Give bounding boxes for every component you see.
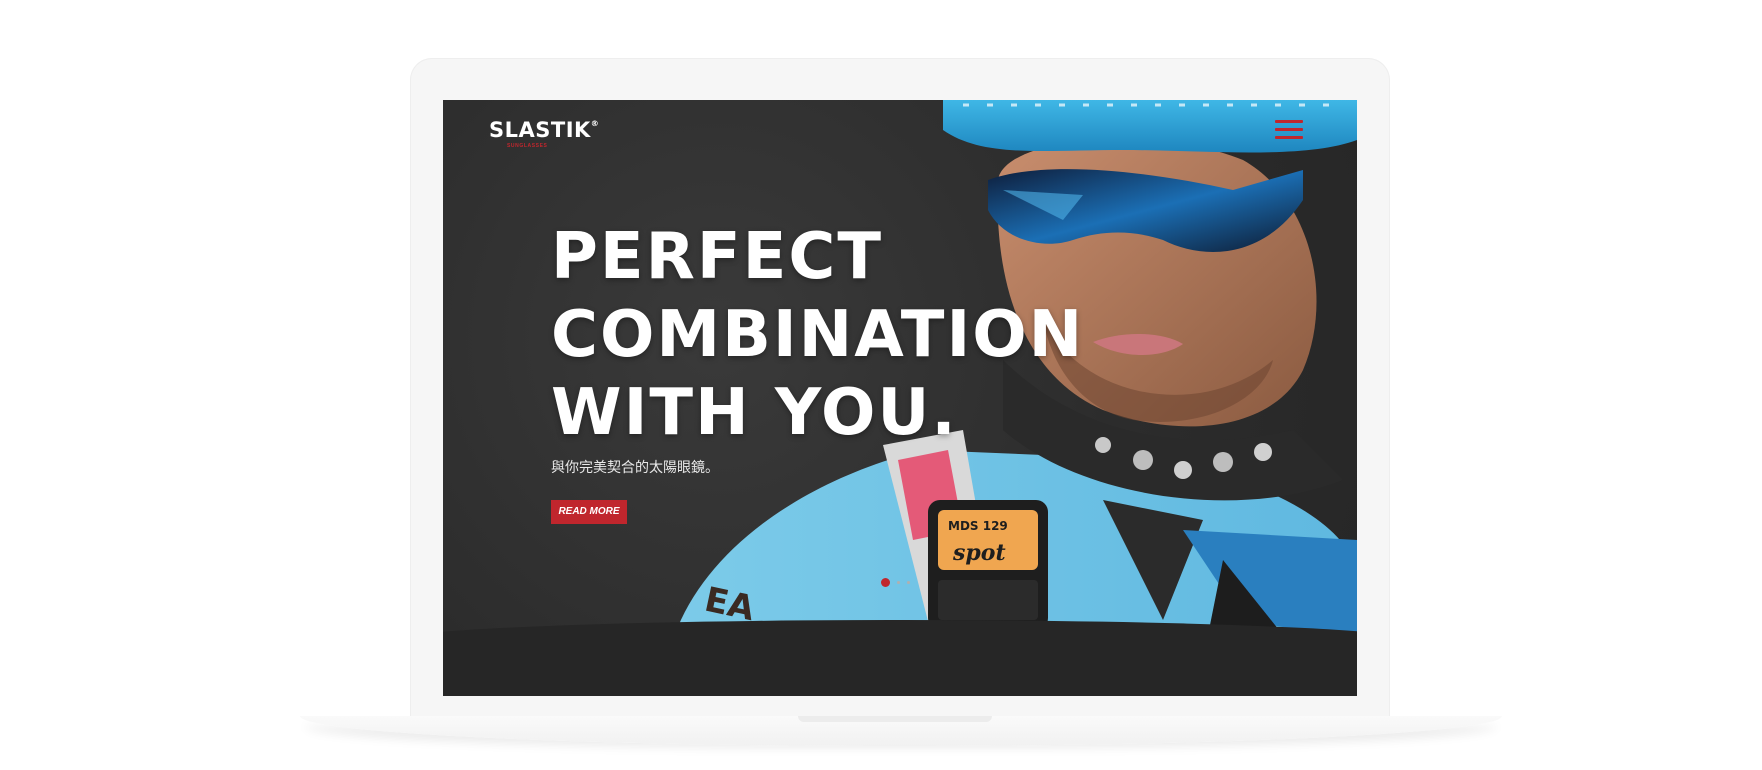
laptop-notch bbox=[798, 716, 992, 722]
svg-text:MDS 129: MDS 129 bbox=[948, 519, 1008, 533]
hero-title-line-2: COMBINATION bbox=[551, 298, 1085, 372]
read-more-button[interactable]: READ MORE bbox=[551, 500, 627, 524]
menu-bar-bottom bbox=[1275, 136, 1303, 139]
menu-bar-middle bbox=[1275, 128, 1303, 131]
hamburger-menu-icon[interactable] bbox=[1275, 120, 1303, 142]
hero-title: PERFECT COMBINATION WITH YOU. bbox=[551, 218, 1084, 452]
logo-subtitle: SUNGLASSES bbox=[507, 143, 548, 149]
hero-subtitle: 與你完美契合的太陽眼鏡。 bbox=[551, 460, 719, 476]
slider-dot-2[interactable] bbox=[897, 581, 900, 584]
brand-logo[interactable]: SLASTIK® bbox=[489, 120, 599, 141]
laptop-screen: EA PUS MDS 129 spot bbox=[443, 100, 1357, 696]
svg-text:spot: spot bbox=[952, 540, 1006, 566]
logo-text: SLASTIK bbox=[489, 118, 591, 142]
slider-dots bbox=[881, 578, 910, 587]
hero-title-line-3: WITH YOU. bbox=[551, 376, 958, 450]
slider-dot-1[interactable] bbox=[881, 578, 890, 587]
logo-registered-mark: ® bbox=[590, 119, 600, 128]
bottom-curve-band bbox=[443, 620, 1357, 696]
hero-title-line-1: PERFECT bbox=[551, 220, 883, 294]
slider-dot-3[interactable] bbox=[907, 581, 910, 584]
menu-bar-top bbox=[1275, 120, 1303, 123]
mockup-stage: EA PUS MDS 129 spot bbox=[0, 0, 1762, 770]
